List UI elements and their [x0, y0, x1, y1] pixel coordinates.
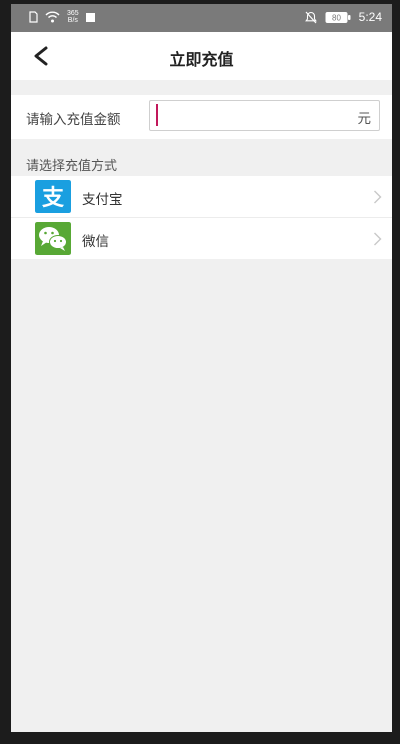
clock: 5:24: [358, 10, 382, 24]
network-rate: 365: [67, 10, 79, 17]
network-speed: 365 B/s: [67, 10, 79, 24]
alipay-icon-glyph: 支: [42, 186, 65, 211]
payment-method-label: 微信: [82, 234, 109, 250]
chevron-right-icon: [374, 190, 382, 204]
payment-method-wechat[interactable]: 微信: [11, 217, 392, 259]
nav-bar: 立即充值: [11, 32, 392, 80]
amount-input[interactable]: [156, 104, 342, 126]
amount-label: 请输入充值金额: [26, 112, 121, 128]
wifi-icon: [45, 11, 60, 23]
notification-icon: [85, 12, 95, 22]
page-title: 立即充值: [169, 50, 234, 69]
status-right: 80 5:24: [304, 10, 382, 24]
payment-section-label: 请选择充值方式: [26, 159, 118, 174]
chevron-right-icon: [374, 232, 382, 246]
currency-unit: 元: [357, 111, 372, 127]
wechat-icon: [35, 222, 71, 255]
battery-icon: 80: [325, 11, 351, 23]
amount-row: 请输入充值金额 元: [11, 95, 392, 139]
payment-method-list: 支 支付宝 微信: [11, 176, 392, 259]
payment-method-label: 支付宝: [82, 192, 123, 208]
status-left: 365 B/s: [29, 10, 95, 24]
amount-field[interactable]: 元: [149, 100, 380, 131]
phone-screen: 365 B/s 80 5:24 立即充值 请输入充值金额 元 请选择充值方式 支…: [11, 4, 392, 732]
battery-level: 80: [332, 13, 341, 22]
status-bar: 365 B/s 80 5:24: [11, 4, 392, 32]
sim-card-icon: [29, 11, 38, 23]
silent-mode-icon: [304, 11, 317, 23]
network-rate-unit: B/s: [67, 17, 78, 24]
payment-method-alipay[interactable]: 支 支付宝: [11, 176, 392, 217]
alipay-icon: 支: [35, 180, 71, 213]
